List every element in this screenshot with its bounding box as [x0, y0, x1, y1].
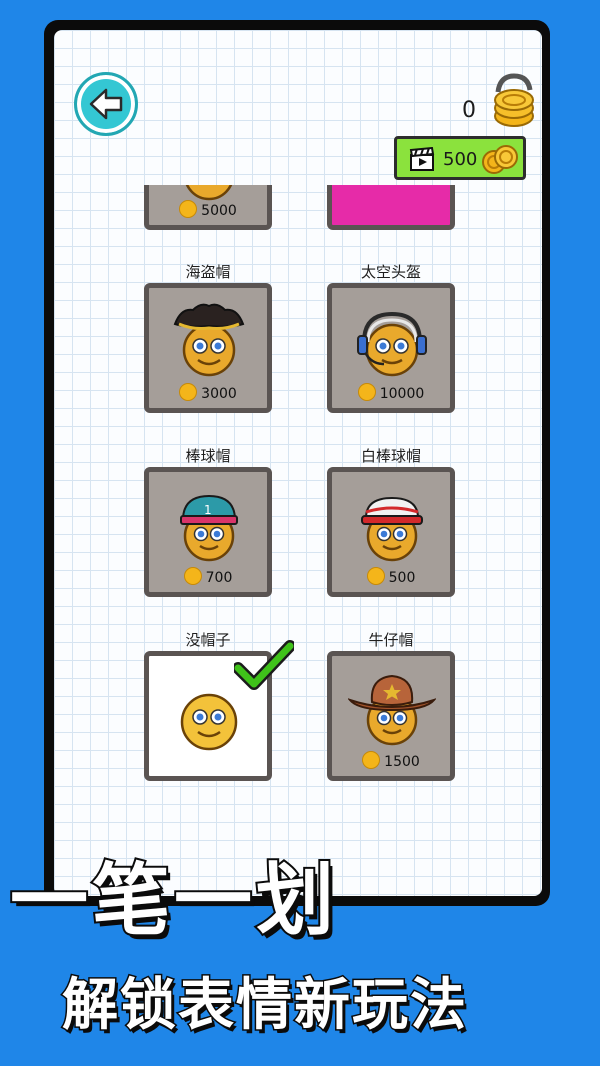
price-tag: 500 [332, 567, 450, 586]
selected-checkmark-icon [234, 640, 294, 690]
watch-video-reward-button[interactable]: 500 [394, 136, 526, 180]
hat-card-white-baseball[interactable]: 500 [327, 467, 455, 597]
price-tag: 5000 [149, 200, 267, 219]
white-baseball-cap-face-icon [361, 496, 423, 562]
smiley-face-icon [180, 693, 238, 751]
hat-name: 太空头盔 [360, 263, 421, 281]
price-value: 10000 [379, 386, 425, 402]
price-value: 1500 [384, 754, 420, 770]
coin-icon [179, 383, 198, 401]
coin-icon [366, 567, 385, 585]
hat-name: 牛仔帽 [368, 631, 414, 649]
price-tag: 700 [149, 567, 267, 586]
price-tag: 1500 [332, 751, 450, 770]
promo-headline: 一笔一划 [8, 854, 339, 948]
hat-card-cowboy[interactable]: 1500 [327, 651, 455, 781]
pirate-hat-face-icon [173, 303, 245, 377]
price-tag: 10000 [332, 383, 450, 402]
hat-card[interactable]: 5000 [144, 185, 272, 230]
hat-shop-grid: 5000 海盗帽 3000 太空头盔 10000 棒球帽 1 700 白棒球帽 … [54, 185, 542, 805]
price-value: 5000 [201, 203, 237, 219]
hat-name: 白棒球帽 [360, 447, 421, 465]
cowboy-hat-face-icon [348, 674, 436, 746]
coin-stack-icon [494, 73, 534, 127]
baseball-cap-face-icon: 1 [180, 494, 238, 562]
hat-name: 海盗帽 [185, 263, 231, 281]
promo-subheadline: 解锁表情新玩法 [61, 972, 468, 1040]
price-value: 500 [388, 570, 416, 586]
space-helmet-face-icon [357, 311, 427, 377]
smiley-face-icon [185, 185, 233, 201]
coins-icon [482, 145, 518, 174]
coin-icon [357, 383, 376, 401]
back-button[interactable] [74, 72, 138, 136]
video-reward-amount: 500 [443, 149, 478, 170]
price-value: 700 [205, 570, 233, 586]
hat-card-space-helmet[interactable]: 10000 [327, 283, 455, 413]
coin-balance: 0 [462, 98, 476, 123]
arrow-left-icon [89, 88, 123, 120]
price-value: 3000 [201, 386, 237, 402]
svg-text:1: 1 [204, 503, 212, 517]
hat-card[interactable] [327, 185, 455, 230]
price-tag: 3000 [149, 383, 267, 402]
coin-icon [179, 200, 198, 218]
hat-card-pirate[interactable]: 3000 [144, 283, 272, 413]
hat-name: 棒球帽 [185, 447, 231, 465]
coin-icon [183, 567, 202, 585]
hat-card-baseball[interactable]: 1 700 [144, 467, 272, 597]
clapperboard-icon [409, 147, 435, 171]
coin-icon [362, 751, 381, 769]
